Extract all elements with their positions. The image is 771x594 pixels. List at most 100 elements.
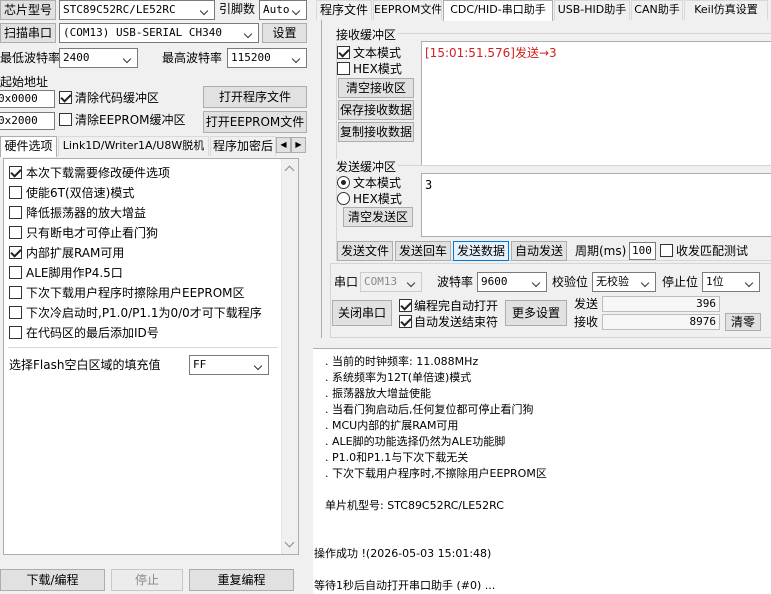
tab-program-encrypt[interactable]: 程序加密后 <box>210 136 276 156</box>
clear-eeprom-checkbox[interactable] <box>59 113 72 126</box>
parity-value: 无校验 <box>596 275 629 288</box>
log-line: . P1.0和P1.1与下次下载无关 <box>325 451 469 464</box>
option-label: ALE脚用作P4.5口 <box>26 266 123 280</box>
tab-usb-hid[interactable]: USB-HID助手 <box>554 0 630 20</box>
open-eeprom-file-button[interactable]: 打开EEPROM文件 <box>203 111 307 133</box>
receive-text-mode-checkbox[interactable] <box>337 46 350 59</box>
serial-port-select[interactable]: COM13 <box>360 272 422 292</box>
match-test-label: 收发匹配测试 <box>676 244 749 258</box>
parity-label: 校验位 <box>552 275 589 289</box>
option-checkbox[interactable] <box>9 266 22 279</box>
tab-scroll-left-button[interactable]: ◀ <box>276 137 291 153</box>
more-settings-button[interactable]: 更多设置 <box>505 300 567 326</box>
pin-count-select[interactable]: Auto <box>259 0 307 20</box>
stop-button[interactable]: 停止 <box>111 569 183 591</box>
parity-select[interactable]: 无校验 <box>592 272 656 292</box>
flash-fill-select[interactable]: FF <box>189 355 269 375</box>
send-file-button[interactable]: 发送文件 <box>337 241 393 261</box>
receive-hex-mode-checkbox[interactable] <box>337 62 350 75</box>
baud-select[interactable]: 9600 <box>477 272 547 292</box>
pin-count-value: Auto <box>263 3 290 16</box>
option-label: 内部扩展RAM可用 <box>26 246 125 260</box>
send-data-button[interactable]: 发送数据 <box>453 241 509 261</box>
option-checkbox[interactable] <box>9 286 22 299</box>
auto-open-label: 编程完自动打开 <box>414 299 499 313</box>
close-port-button[interactable]: 关闭串口 <box>332 300 392 326</box>
left-tab-strip: 硬件选项 Link1D/Writer1A/U8W脱机 程序加密后 ◀ ▶ <box>0 136 311 158</box>
eeprom-address-input[interactable]: 0x2000 <box>0 112 55 130</box>
receive-textarea[interactable]: [15:01:51.576]发送→3 <box>421 41 771 166</box>
stop-bits-label: 停止位 <box>662 275 699 289</box>
port-select[interactable]: (COM13) USB-SERIAL CH340 <box>59 23 259 43</box>
tab-offline-writer[interactable]: Link1D/Writer1A/U8W脱机 <box>58 136 209 156</box>
stop-bits-select[interactable]: 1位 <box>702 272 760 292</box>
auto-send-end-checkbox[interactable] <box>399 315 412 328</box>
option-checkbox[interactable] <box>9 186 22 199</box>
pin-count-label: 引脚数 <box>219 2 256 16</box>
option-label: 下次冷启动时,P1.0/P1.1为0/0才可下载程序 <box>26 306 262 320</box>
tab-keil-settings[interactable]: Keil仿真设置 <box>684 0 768 20</box>
tab-serial-assistant[interactable]: CDC/HID-串口助手 <box>443 0 553 21</box>
receive-text-mode-label: 文本模式 <box>353 46 402 60</box>
copy-receive-button[interactable]: 复制接收数据 <box>338 122 414 142</box>
clear-count-button[interactable]: 清零 <box>725 313 761 331</box>
send-enter-button[interactable]: 发送回车 <box>395 241 451 261</box>
chevron-down-icon <box>291 3 303 17</box>
chevron-down-icon <box>243 26 255 40</box>
send-hex-mode-radio[interactable] <box>337 192 350 205</box>
right-tab-strip: 程序文件 EEPROM文件 CDC/HID-串口助手 USB-HID助手 CAN… <box>313 0 771 21</box>
max-baud-select[interactable]: 115200 <box>227 48 307 68</box>
send-text-mode-radio[interactable] <box>337 176 350 189</box>
option-label: 降低振荡器的放大增益 <box>26 206 147 220</box>
download-program-button[interactable]: 下载/编程 <box>0 569 105 591</box>
log-line: . 系统频率为12T(单倍速)模式 <box>325 371 472 384</box>
clear-send-button[interactable]: 清空发送区 <box>343 207 413 227</box>
tab-hardware-options[interactable]: 硬件选项 <box>0 136 57 157</box>
scroll-up-icon[interactable] <box>284 165 295 176</box>
tab-eeprom-file[interactable]: EEPROM文件 <box>373 0 442 20</box>
clear-code-checkbox[interactable] <box>59 91 72 104</box>
auto-open-checkbox[interactable] <box>399 299 412 312</box>
log-line: . ALE脚的功能选择仍然为ALE功能脚 <box>325 435 506 448</box>
port-label: 串口 <box>334 275 359 289</box>
tab-can[interactable]: CAN助手 <box>631 0 683 20</box>
recv-count-label: 接收 <box>574 315 599 329</box>
chevron-down-icon <box>406 275 418 289</box>
option-checkbox[interactable] <box>9 306 22 319</box>
log-line: . 振荡器放大增益使能 <box>325 387 431 400</box>
open-program-file-button[interactable]: 打开程序文件 <box>203 86 307 108</box>
save-receive-button[interactable]: 保存接收数据 <box>338 100 414 120</box>
option-checkbox[interactable] <box>9 166 22 179</box>
match-test-checkbox[interactable] <box>660 244 673 257</box>
option-label: 本次下载需要修改硬件选项 <box>26 166 171 180</box>
min-baud-select[interactable]: 2400 <box>59 48 138 68</box>
period-label: 周期(ms) <box>575 244 627 258</box>
option-checkbox[interactable] <box>9 326 22 339</box>
period-input[interactable]: 100 <box>629 242 656 260</box>
tab-scroll-right-button[interactable]: ▶ <box>291 137 306 153</box>
option-checkbox[interactable] <box>9 246 22 259</box>
log-line: . 当看门狗启动后,任何复位都可停止看门狗 <box>325 403 534 416</box>
chevron-down-icon <box>253 358 265 372</box>
serial-assistant-panel: 接收缓冲区 文本模式 HEX模式 清空接收区 保存接收数据 复制接收数据 [15… <box>321 20 771 338</box>
scroll-down-icon[interactable] <box>284 537 295 548</box>
code-address-input[interactable]: 0x0000 <box>0 90 55 108</box>
option-label: 下次下载用户程序时擦除用户EEPROM区 <box>26 286 245 300</box>
scan-port-button[interactable]: 扫描串口 <box>0 23 56 43</box>
send-hex-mode-label: HEX模式 <box>353 192 402 206</box>
option-checkbox[interactable] <box>9 206 22 219</box>
settings-button[interactable]: 设置 <box>262 23 307 43</box>
repeat-program-button[interactable]: 重复编程 <box>189 569 294 591</box>
tab-program-file[interactable]: 程序文件 <box>316 0 372 20</box>
clear-receive-button[interactable]: 清空接收区 <box>338 78 414 98</box>
auto-send-button[interactable]: 自动发送 <box>511 241 567 261</box>
option-checkbox[interactable] <box>9 226 22 239</box>
send-textarea[interactable]: 3 <box>421 173 771 237</box>
chip-model-select[interactable]: STC89C52RC/LE52RC <box>59 0 215 20</box>
start-address-label: 起始地址 <box>0 75 49 89</box>
log-area[interactable]: . 当前的时钟频率: 11.088MHz . 系统频率为12T(单倍速)模式 . 振… <box>313 348 771 594</box>
stop-bits-value: 1位 <box>706 275 724 288</box>
chip-model-button[interactable]: 芯片型号 <box>0 0 56 20</box>
options-scrollbar[interactable] <box>281 159 298 554</box>
receive-group-label: 接收缓冲区 <box>336 27 399 43</box>
